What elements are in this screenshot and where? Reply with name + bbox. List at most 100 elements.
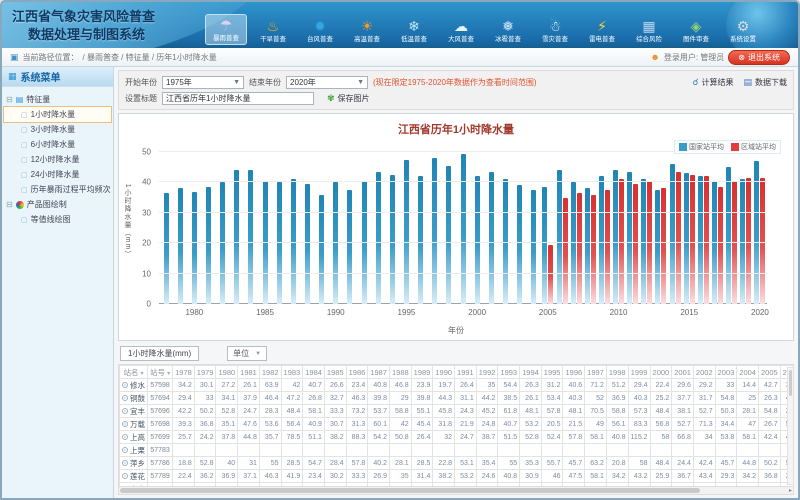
nav-item-12[interactable]: ⚙系统设置 bbox=[722, 16, 764, 45]
nav-item-2[interactable]: ♨干旱普查 bbox=[252, 16, 294, 45]
breadcrumb[interactable]: / 暴雨普查 / 特征量 / 历年1小时降水量 bbox=[83, 52, 217, 63]
column-header-year[interactable]: 1992 bbox=[476, 366, 498, 379]
value-cell: 50.2 bbox=[194, 405, 216, 418]
station-name-cell[interactable]: 莲花 bbox=[120, 470, 148, 483]
sidebar-group-2[interactable]: ⊟产品图绘制 bbox=[4, 197, 111, 212]
column-header-year[interactable]: 1985 bbox=[324, 366, 346, 379]
value-cell: 28.5 bbox=[281, 457, 303, 470]
column-header-station[interactable]: 站名 ▾ bbox=[120, 366, 148, 379]
sidebar-item-1-5[interactable]: ▢24小时降水量 bbox=[4, 167, 111, 182]
radio-button[interactable] bbox=[122, 395, 128, 401]
radio-button[interactable] bbox=[122, 434, 128, 440]
nav-item-6[interactable]: ☁大风普查 bbox=[440, 16, 482, 45]
collapse-icon[interactable]: ⊟ bbox=[6, 95, 13, 104]
sidebar-item-2-1[interactable]: ▢等值线绘图 bbox=[4, 212, 111, 227]
end-year-select[interactable]: 2020年 ▼ bbox=[286, 76, 368, 89]
radio-button[interactable] bbox=[122, 447, 128, 453]
unit-select[interactable]: 单位 ▼ bbox=[227, 346, 267, 361]
radio-button[interactable] bbox=[122, 473, 128, 479]
data-download-button[interactable]: ▤ 数据下载 bbox=[743, 77, 787, 88]
radio-button[interactable] bbox=[122, 460, 128, 466]
station-table-wrap[interactable]: 站名 ▾站号 ▾19781979198019811982198319841985… bbox=[118, 364, 794, 486]
start-year-select[interactable]: 1975年 ▼ bbox=[162, 76, 244, 89]
nav-item-7[interactable]: ❅冰雹普查 bbox=[487, 16, 529, 45]
column-header-year[interactable]: 1978 bbox=[173, 366, 195, 379]
column-header-year[interactable]: 1980 bbox=[216, 366, 238, 379]
value-cell: 26.3 bbox=[520, 379, 542, 392]
legend-entry[interactable]: 国家站平均 bbox=[679, 142, 724, 152]
radio-button[interactable] bbox=[122, 382, 128, 388]
column-header-year[interactable]: 2003 bbox=[715, 366, 737, 379]
nav-item-9[interactable]: ⚡雷电普查 bbox=[581, 16, 623, 45]
bar-national-avg bbox=[542, 187, 547, 304]
calc-result-button[interactable]: ☌ 计算结果 bbox=[692, 77, 733, 88]
sidebar-item-1-4[interactable]: ▢12小时降水量 bbox=[4, 152, 111, 167]
station-name: 万载 bbox=[130, 420, 145, 429]
legend-entry[interactable]: 区域站平均 bbox=[731, 142, 776, 152]
nav-item-4[interactable]: ☀高温普查 bbox=[346, 16, 388, 45]
column-header-year[interactable]: 1981 bbox=[238, 366, 260, 379]
column-header-year[interactable]: 1994 bbox=[520, 366, 542, 379]
bar-group-1987 bbox=[286, 152, 300, 304]
column-header-year[interactable]: 1991 bbox=[455, 366, 477, 379]
chart-title-input[interactable] bbox=[162, 92, 314, 105]
scrollbar-thumb[interactable] bbox=[120, 488, 700, 493]
station-name-cell[interactable]: 万载 bbox=[120, 418, 148, 431]
column-header-year[interactable]: 1993 bbox=[498, 366, 520, 379]
collapse-icon[interactable]: ⊟ bbox=[6, 200, 13, 209]
column-header-year[interactable]: 1982 bbox=[259, 366, 281, 379]
station-name-cell[interactable]: 上高 bbox=[120, 431, 148, 444]
column-header-year[interactable]: 1988 bbox=[389, 366, 411, 379]
nav-item-10[interactable]: ▦综合风险 bbox=[628, 16, 670, 45]
station-name: 萍乡 bbox=[130, 459, 145, 468]
column-header-year[interactable]: 1986 bbox=[346, 366, 368, 379]
logout-button[interactable]: ⊗ 退出系统 bbox=[728, 50, 790, 65]
station-name-cell[interactable]: 上栗 bbox=[120, 444, 148, 457]
sidebar-item-1-2[interactable]: ▢3小时降水量 bbox=[4, 122, 111, 137]
column-header-year[interactable]: 2001 bbox=[672, 366, 694, 379]
station-name-cell[interactable]: 铜鼓 bbox=[120, 392, 148, 405]
scrollbar-thumb[interactable] bbox=[789, 370, 792, 396]
bar-regional-avg bbox=[577, 193, 582, 304]
column-header-year[interactable]: 2004 bbox=[737, 366, 759, 379]
column-header-year[interactable]: 1999 bbox=[628, 366, 650, 379]
column-header-year[interactable]: 1989 bbox=[411, 366, 433, 379]
sidebar-group-1[interactable]: ⊟▤特征量 bbox=[4, 92, 111, 107]
horizontal-scrollbar[interactable]: ▸ bbox=[118, 486, 794, 495]
station-name-cell[interactable]: 萍乡 bbox=[120, 457, 148, 470]
column-header-year[interactable]: 1984 bbox=[303, 366, 325, 379]
sidebar-item-1-3[interactable]: ▢6小时降水量 bbox=[4, 137, 111, 152]
sidebar-item-1-6[interactable]: ▢历年暴雨过程平均频次 bbox=[4, 182, 111, 197]
element-select-button[interactable]: 1小时降水量(mm) bbox=[120, 346, 199, 361]
value-cell: 58 bbox=[628, 457, 650, 470]
column-header-year[interactable]: 1979 bbox=[194, 366, 216, 379]
radio-button[interactable] bbox=[122, 408, 128, 414]
column-header-year[interactable]: 1995 bbox=[541, 366, 563, 379]
column-header-year[interactable]: 1987 bbox=[368, 366, 390, 379]
nav-item-3[interactable]: ✹台风普查 bbox=[299, 16, 341, 45]
sort-icon[interactable]: ▾ bbox=[141, 371, 144, 377]
bar-group-1983 bbox=[230, 152, 244, 304]
radio-button[interactable] bbox=[122, 421, 128, 427]
scroll-right-arrow-icon[interactable]: ▸ bbox=[789, 487, 792, 495]
column-header-year[interactable]: 1997 bbox=[585, 366, 607, 379]
station-name-cell[interactable]: 宜丰 bbox=[120, 405, 148, 418]
column-header-year[interactable]: 1990 bbox=[433, 366, 455, 379]
sort-icon[interactable]: ▾ bbox=[167, 371, 170, 377]
column-header-year[interactable]: 2005 bbox=[758, 366, 780, 379]
column-header-year[interactable]: 1996 bbox=[563, 366, 585, 379]
vertical-scrollbar[interactable] bbox=[787, 367, 794, 485]
nav-item-1[interactable]: ☂暴雨普查 bbox=[205, 14, 247, 45]
nav-item-11[interactable]: ◈图件审查 bbox=[675, 16, 717, 45]
column-header-stid[interactable]: 站号 ▾ bbox=[148, 366, 173, 379]
save-image-button[interactable]: ✾ 保存图片 bbox=[327, 93, 370, 104]
nav-item-5[interactable]: ❄低温普查 bbox=[393, 16, 435, 45]
station-name-cell[interactable]: 修水 bbox=[120, 379, 148, 392]
column-header-year[interactable]: 2002 bbox=[693, 366, 715, 379]
sidebar-item-1-1[interactable]: ▢1小时降水量 bbox=[4, 107, 111, 122]
column-header-year[interactable]: 2000 bbox=[650, 366, 672, 379]
column-header-year[interactable]: 1998 bbox=[606, 366, 628, 379]
column-header-year[interactable]: 1983 bbox=[281, 366, 303, 379]
nav-item-8[interactable]: ☃雪灾普查 bbox=[534, 16, 576, 45]
sidebar-tree: ⊟▤特征量▢1小时降水量▢3小时降水量▢6小时降水量▢12小时降水量▢24小时降… bbox=[2, 87, 113, 232]
